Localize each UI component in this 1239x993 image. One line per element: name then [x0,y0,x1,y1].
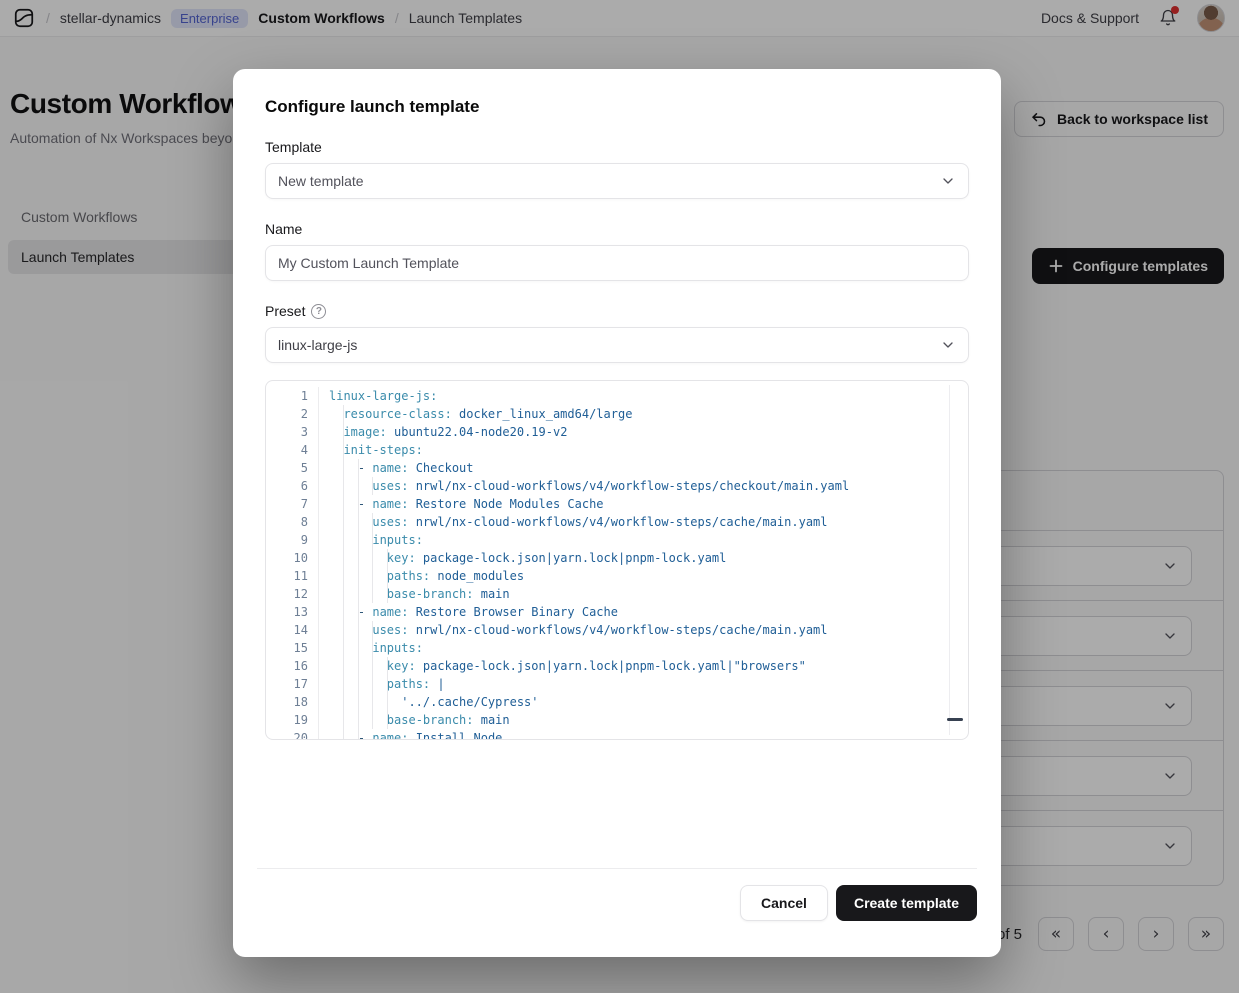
code-line: 7- name: Restore Node Modules Cache [266,495,968,513]
line-number: 7 [266,495,308,513]
line-number: 20 [266,729,308,740]
preset-select[interactable]: linux-large-js [265,327,969,363]
line-number: 16 [266,657,308,675]
line-number: 9 [266,531,308,549]
preset-label-text: Preset [265,303,305,319]
template-label: Template [265,139,969,155]
editor-resize-handle[interactable] [947,718,963,721]
line-number: 18 [266,693,308,711]
code-line: 10key: package-lock.json|yarn.lock|pnpm-… [266,549,968,567]
line-number: 10 [266,549,308,567]
create-template-button[interactable]: Create template [836,885,977,921]
preset-label: Preset ? [265,303,969,319]
preset-select-value: linux-large-js [278,337,357,353]
code-line: 2resource-class: docker_linux_amd64/larg… [266,405,968,423]
code-line: 15inputs: [266,639,968,657]
code-line: 16key: package-lock.json|yarn.lock|pnpm-… [266,657,968,675]
editor-scrollbar-track [949,385,950,735]
line-number: 4 [266,441,308,459]
code-line: 8uses: nrwl/nx-cloud-workflows/v4/workfl… [266,513,968,531]
code-line: 17paths: | [266,675,968,693]
line-number: 12 [266,585,308,603]
line-number: 13 [266,603,308,621]
cancel-button[interactable]: Cancel [740,885,828,921]
chevron-down-icon [940,173,956,189]
code-line: 5- name: Checkout [266,459,968,477]
code-line: 11paths: node_modules [266,567,968,585]
line-number: 19 [266,711,308,729]
name-input[interactable] [265,245,969,281]
code-line: 4init-steps: [266,441,968,459]
yaml-editor[interactable]: 1linux-large-js:2resource-class: docker_… [265,380,969,740]
line-number: 3 [266,423,308,441]
screen: / stellar-dynamics Enterprise Custom Wor… [0,0,1239,993]
code-line: 14uses: nrwl/nx-cloud-workflows/v4/workf… [266,621,968,639]
template-select-value: New template [278,173,364,189]
code-line: 19base-branch: main [266,711,968,729]
line-number: 15 [266,639,308,657]
code-line: 18'../.cache/Cypress' [266,693,968,711]
line-number: 17 [266,675,308,693]
code-lines: 1linux-large-js:2resource-class: docker_… [266,381,968,740]
configure-launch-template-modal: Configure launch template Template New t… [233,69,1001,957]
code-line: 13- name: Restore Browser Binary Cache [266,603,968,621]
line-number: 8 [266,513,308,531]
line-number: 11 [266,567,308,585]
code-line: 9inputs: [266,531,968,549]
line-number: 14 [266,621,308,639]
line-number: 6 [266,477,308,495]
line-number: 2 [266,405,308,423]
line-number: 1 [266,387,308,405]
code-line: 20- name: Install Node [266,729,968,740]
code-line: 12base-branch: main [266,585,968,603]
name-label: Name [265,221,969,237]
modal-footer: Cancel Create template [257,868,977,921]
code-line: 1linux-large-js: [266,387,968,405]
line-number: 5 [266,459,308,477]
chevron-down-icon [940,337,956,353]
modal-title: Configure launch template [265,97,969,117]
code-line: 6uses: nrwl/nx-cloud-workflows/v4/workfl… [266,477,968,495]
template-select[interactable]: New template [265,163,969,199]
help-icon[interactable]: ? [311,304,326,319]
code-line: 3image: ubuntu22.04-node20.19-v2 [266,423,968,441]
